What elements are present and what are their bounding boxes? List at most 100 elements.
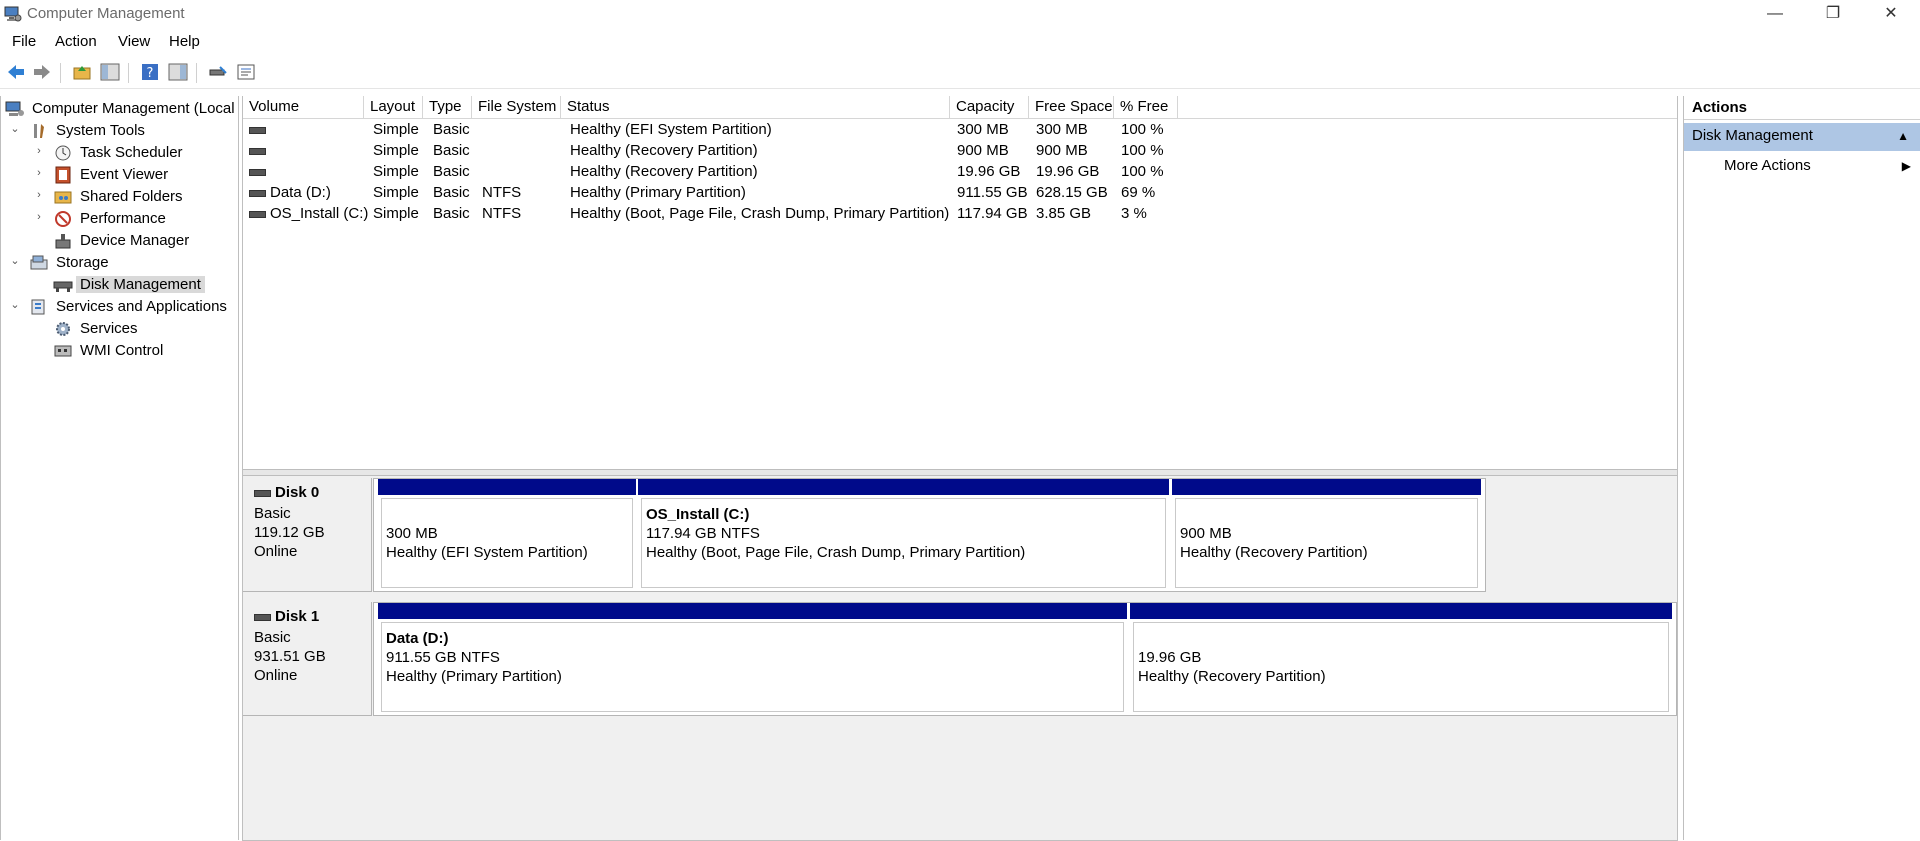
volume-icon: [249, 147, 266, 155]
volume-layout: Simple: [373, 163, 419, 180]
pane-splitter[interactable]: [243, 469, 1677, 476]
connect-drive-icon[interactable]: [208, 63, 228, 81]
disk-management-pane: Volume Layout Type File System Status Ca…: [242, 96, 1678, 841]
volume-free-space: 3.85 GB: [1036, 205, 1092, 222]
close-button[interactable]: ✕: [1862, 0, 1920, 29]
volume-capacity: 300 MB: [957, 121, 1009, 138]
restore-icon: ❐: [1825, 5, 1841, 22]
computer-management-icon: [5, 101, 24, 116]
chevron-down-icon[interactable]: ⌄: [9, 123, 21, 135]
partition-bar: [378, 603, 1127, 619]
actions-header: Actions: [1684, 96, 1920, 120]
show-hide-action-pane-icon[interactable]: [168, 63, 188, 81]
partition-size: 911.55 GB NTFS: [386, 649, 500, 666]
toolbar-separator: [128, 63, 129, 83]
volume-layout: Simple: [373, 142, 419, 159]
partition-name: Data (D:): [386, 630, 449, 647]
volume-file-system: NTFS: [482, 184, 522, 201]
menu-help[interactable]: Help: [169, 33, 200, 50]
tree-label: Storage: [56, 254, 109, 271]
volume-capacity: 911.55 GB: [957, 184, 1028, 201]
partition-name: OS_Install (C:): [646, 506, 750, 523]
volume-type: Basic: [433, 142, 470, 159]
chevron-down-icon[interactable]: ⌄: [9, 255, 21, 267]
partition-body: [381, 622, 1124, 712]
partition-status: Healthy (Recovery Partition): [1138, 668, 1326, 685]
partition-body: [1175, 498, 1478, 588]
volume-row[interactable]: Simple Basic Healthy (Recovery Partition…: [243, 141, 1677, 162]
partition-size: 19.96 GB: [1138, 649, 1202, 666]
partition-status: Healthy (EFI System Partition): [386, 544, 588, 561]
column-header-capacity[interactable]: Capacity: [950, 96, 1029, 118]
column-header-file-system[interactable]: File System: [472, 96, 561, 118]
partition-recovery[interactable]: 19.96 GB Healthy (Recovery Partition): [1130, 603, 1672, 715]
partition-bar: [638, 479, 1169, 495]
disk-0-label[interactable]: Disk 0 Basic 119.12 GB Online: [243, 478, 372, 592]
restore-button[interactable]: ❐: [1804, 0, 1862, 29]
partition-d[interactable]: Data (D:) 911.55 GB NTFS Healthy (Primar…: [378, 603, 1127, 715]
navigation-tree: Computer Management (Local ⌄ System Tool…: [0, 96, 239, 840]
column-header-free-space[interactable]: Free Space: [1029, 96, 1114, 118]
volume-row[interactable]: OS_Install (C:) Simple Basic NTFS Health…: [243, 204, 1677, 225]
chevron-right-icon[interactable]: ›: [33, 145, 45, 157]
tools-icon: [34, 124, 44, 138]
menu-action[interactable]: Action: [55, 33, 97, 50]
column-header-status[interactable]: Status: [561, 96, 950, 118]
show-hide-tree-icon[interactable]: [100, 63, 120, 81]
volume-percent-free: 100 %: [1121, 121, 1164, 138]
volume-row[interactable]: Simple Basic Healthy (EFI System Partiti…: [243, 120, 1677, 141]
disk-name: Disk 1: [254, 608, 319, 625]
tree-label: System Tools: [56, 122, 145, 139]
disk-icon: [254, 613, 271, 621]
disk-size: 119.12 GB: [254, 524, 325, 541]
clock-icon: [55, 145, 71, 161]
disk-type: Basic: [254, 629, 291, 646]
help-icon[interactable]: ?: [140, 63, 160, 81]
column-header-type[interactable]: Type: [423, 96, 472, 118]
column-header-percent-free[interactable]: % Free: [1114, 96, 1178, 118]
volume-free-space: 300 MB: [1036, 121, 1088, 138]
volume-status: Healthy (EFI System Partition): [570, 121, 772, 138]
volume-free-space: 628.15 GB: [1036, 184, 1108, 201]
menu-view[interactable]: View: [118, 33, 150, 50]
volume-row[interactable]: Data (D:) Simple Basic NTFS Healthy (Pri…: [243, 183, 1677, 204]
actions-group-disk-management[interactable]: Disk Management ▲: [1684, 123, 1920, 151]
partition-recovery[interactable]: 900 MB Healthy (Recovery Partition): [1172, 479, 1481, 591]
tree-label: Services and Applications: [56, 298, 227, 315]
volume-icon: [249, 210, 266, 218]
back-arrow-icon[interactable]: [6, 63, 26, 81]
volume-type: Basic: [433, 205, 470, 222]
column-header-volume[interactable]: Volume: [243, 96, 364, 118]
up-folder-icon[interactable]: [72, 63, 92, 81]
volume-file-system: NTFS: [482, 205, 522, 222]
properties-icon[interactable]: [236, 63, 256, 81]
column-header-layout[interactable]: Layout: [364, 96, 423, 118]
menu-file[interactable]: File: [12, 33, 36, 50]
tree-label: Services: [80, 320, 138, 337]
partition-body: [1133, 622, 1669, 712]
chevron-right-icon[interactable]: ›: [33, 167, 45, 179]
collapse-icon[interactable]: ▲: [1897, 123, 1909, 149]
volume-row[interactable]: Simple Basic Healthy (Recovery Partition…: [243, 162, 1677, 183]
volume-icon: [249, 168, 266, 176]
volume-name: [249, 142, 270, 159]
chevron-right-icon[interactable]: ›: [33, 211, 45, 223]
chevron-down-icon[interactable]: ⌄: [9, 299, 21, 311]
partition-c[interactable]: OS_Install (C:) 117.94 GB NTFS Healthy (…: [638, 479, 1169, 591]
partition-efi[interactable]: 300 MB Healthy (EFI System Partition): [378, 479, 636, 591]
tree-label: Computer Management (Local: [32, 100, 235, 117]
disk-1-partitions: Data (D:) 911.55 GB NTFS Healthy (Primar…: [373, 602, 1677, 716]
volume-type: Basic: [433, 121, 470, 138]
menu-bar: File Action View Help: [0, 29, 1920, 54]
more-actions-item[interactable]: More Actions ▶: [1684, 153, 1920, 179]
forward-arrow-icon[interactable]: [32, 63, 52, 81]
disk-1-label[interactable]: Disk 1 Basic 931.51 GB Online: [243, 602, 372, 716]
minimize-button[interactable]: —: [1746, 0, 1804, 29]
wmi-control-icon: [54, 345, 72, 357]
tree-label: Disk Management: [76, 276, 205, 293]
disk-0-partitions: 300 MB Healthy (EFI System Partition) OS…: [373, 478, 1486, 592]
volume-list-header: Volume Layout Type File System Status Ca…: [243, 96, 1677, 119]
actions-pane: Actions Disk Management ▲ More Actions ▶: [1683, 96, 1920, 840]
chevron-right-icon[interactable]: ›: [33, 189, 45, 201]
tree-label: Event Viewer: [80, 166, 169, 183]
